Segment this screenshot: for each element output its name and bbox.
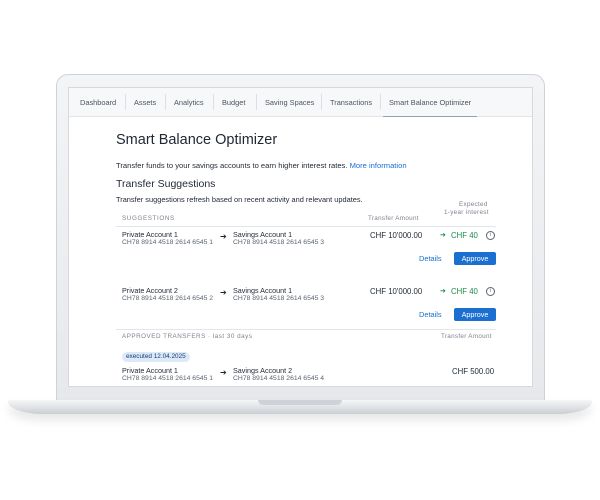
details-link[interactable]: Details xyxy=(419,310,442,319)
tab-saving-spaces[interactable]: Saving Spaces xyxy=(265,88,314,116)
tab-assets[interactable]: Assets xyxy=(134,88,156,116)
arrow-right-icon: ➔ xyxy=(220,232,227,241)
nav-divider xyxy=(165,94,166,110)
nav-divider xyxy=(380,94,381,110)
arrow-right-icon: ➔ xyxy=(220,288,227,297)
section-subtitle: Transfer suggestions refresh based on re… xyxy=(116,195,363,204)
details-link[interactable]: Details xyxy=(419,254,442,263)
section-title: Transfer Suggestions xyxy=(116,178,216,190)
page-title: Smart Balance Optimizer xyxy=(116,132,278,148)
approve-button[interactable]: Approve xyxy=(454,252,496,265)
nav-divider xyxy=(321,94,322,110)
from-account-name: Private Account 2 xyxy=(122,286,178,295)
arrow-right-icon: ➔ xyxy=(440,288,446,295)
nav-divider xyxy=(213,94,214,110)
arrow-right-icon: ➔ xyxy=(220,368,227,377)
to-account-iban: CH78 8914 4518 2614 6545 3 xyxy=(233,239,325,246)
from-account-name: Private Account 1 xyxy=(122,230,178,239)
info-icon[interactable]: i xyxy=(486,231,495,240)
to-account-iban: CH78 8914 4518 2614 6545 3 xyxy=(233,295,325,302)
laptop-notch xyxy=(258,400,342,405)
expected-interest: CHF 40 xyxy=(451,231,478,240)
approved-transfers-header: APPROVED TRANSFERS · last 30 days xyxy=(122,333,253,340)
transfer-amount-header: Transfer Amount xyxy=(368,215,419,222)
to-account-name: Savings Account 2 xyxy=(233,366,293,375)
header-divider xyxy=(116,226,496,227)
tab-smart-balance-optimizer[interactable]: Smart Balance Optimizer xyxy=(382,88,478,117)
nav-divider xyxy=(256,94,257,110)
nav-divider xyxy=(125,94,126,110)
from-account-iban: CH78 8914 4518 2614 6545 2 xyxy=(122,295,214,302)
top-navigation: Dashboard Assets Analytics Budget Saving… xyxy=(69,88,532,117)
tab-budget[interactable]: Budget xyxy=(222,88,245,116)
from-account-iban: CH78 8914 4518 2614 6545 1 xyxy=(122,375,214,382)
info-icon[interactable]: i xyxy=(486,287,495,296)
approved-amount-header: Transfer Amount xyxy=(441,333,492,340)
arrow-right-icon: ➔ xyxy=(440,232,446,239)
laptop-screen: Dashboard Assets Analytics Budget Saving… xyxy=(68,87,533,387)
status-badge: executed 12.04.2025 xyxy=(122,352,190,362)
from-account-iban: CH78 8914 4518 2614 6545 1 xyxy=(122,239,214,246)
to-account-iban: CH78 8914 4518 2614 6545 4 xyxy=(233,375,325,382)
expected-interest: CHF 40 xyxy=(451,287,478,296)
to-account-name: Savings Account 1 xyxy=(233,230,293,239)
transfer-amount: CHF 10'000.00 xyxy=(370,287,423,296)
section-divider xyxy=(116,329,496,330)
page-intro: Transfer funds to your savings accounts … xyxy=(116,161,407,170)
suggestions-header: SUGGESTIONS xyxy=(122,215,175,222)
tab-transactions[interactable]: Transactions xyxy=(330,88,372,116)
transfer-amount: CHF 10'000.00 xyxy=(370,231,423,240)
intro-text: Transfer funds to your savings accounts … xyxy=(116,161,348,170)
transfer-amount: CHF 500.00 xyxy=(452,367,495,376)
to-account-name: Savings Account 1 xyxy=(233,286,293,295)
expected-header: Expected xyxy=(459,201,488,208)
from-account-name: Private Account 1 xyxy=(122,366,178,375)
approve-button[interactable]: Approve xyxy=(454,308,496,321)
one-year-interest-header: 1-year interest xyxy=(444,209,489,216)
more-information-link[interactable]: More information xyxy=(350,161,407,170)
tab-analytics[interactable]: Analytics xyxy=(174,88,204,116)
tab-dashboard[interactable]: Dashboard xyxy=(80,88,116,116)
